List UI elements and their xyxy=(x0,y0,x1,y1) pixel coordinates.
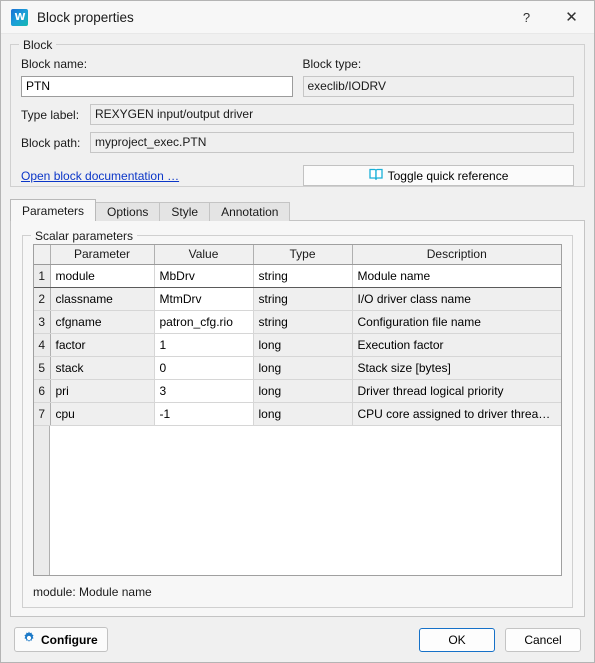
type-label-label: Type label: xyxy=(21,107,80,122)
tab-parameters[interactable]: Parameters xyxy=(10,199,97,221)
row-number-cell[interactable]: 2 xyxy=(34,287,51,311)
row-number-cell[interactable]: 6 xyxy=(34,379,51,403)
tab-strip: Parameters Options Style Annotation xyxy=(10,199,585,221)
block-name-field-wrap: Block name: PTN xyxy=(21,57,293,97)
table-empty-area xyxy=(34,425,561,575)
row-number-cell[interactable]: 7 xyxy=(34,402,51,426)
parameter-value-cell[interactable]: 1 xyxy=(154,333,254,357)
rexygen-logo-icon: W xyxy=(11,8,28,26)
parameter-type-cell: string xyxy=(253,263,353,288)
parameter-name-cell[interactable]: factor xyxy=(50,333,155,357)
dialog-content: Block Block name: PTN Block type: execli… xyxy=(1,34,594,617)
column-header-description[interactable]: Description xyxy=(352,245,561,265)
table-body: 1 module MbDrv string Module name 2 classname M… xyxy=(34,263,561,426)
parameter-desc-cell: Execution factor xyxy=(352,333,561,357)
parameter-type-cell: long xyxy=(253,333,353,357)
column-header-value[interactable]: Value xyxy=(154,245,254,265)
ok-button[interactable]: OK xyxy=(419,627,495,652)
scalar-parameters-table-wrap[interactable]: Parameter Value Type Description 1 module… xyxy=(33,244,562,576)
table-header-row: Parameter Value Type Description xyxy=(34,245,561,265)
parameter-value-cell[interactable]: 3 xyxy=(154,379,254,403)
block-path-row: Block path: myproject_exec.PTN xyxy=(21,132,574,153)
toggle-quick-reference-button[interactable]: Toggle quick reference xyxy=(303,165,574,186)
dialog-footer: Configure OK Cancel xyxy=(1,617,594,662)
parameter-type-cell: string xyxy=(253,310,353,334)
column-header-parameter[interactable]: Parameter xyxy=(50,245,155,265)
parameter-type-cell: long xyxy=(253,402,353,426)
parameter-name-cell[interactable]: cpu xyxy=(50,402,155,426)
table-row[interactable]: 2 classname MtmDrv string I/O driver class n… xyxy=(34,287,561,311)
scalar-parameters-table: Parameter Value Type Description 1 module… xyxy=(34,245,561,426)
row-number-cell[interactable]: 4 xyxy=(34,333,51,357)
name-type-row: Block name: PTN Block type: execlib/IODR… xyxy=(21,57,574,97)
table-row[interactable]: 6 pri 3 long Driver thread logical priority xyxy=(34,379,561,403)
type-label-input: REXYGEN input/output driver xyxy=(90,104,574,125)
toggle-quick-reference-label: Toggle quick reference xyxy=(387,168,509,183)
parameter-name-cell[interactable]: module xyxy=(49,263,155,288)
parameter-desc-cell: Module name xyxy=(352,263,561,288)
help-button[interactable]: ? xyxy=(504,1,549,33)
table-empty-gutter xyxy=(34,425,50,575)
parameter-value-cell[interactable]: MtmDrv xyxy=(154,287,254,311)
open-book-icon xyxy=(368,168,383,183)
block-properties-dialog: W Block properties ? ✕ Block Block name:… xyxy=(0,0,595,663)
tab-style[interactable]: Style xyxy=(159,202,211,221)
block-group: Block Block name: PTN Block type: execli… xyxy=(10,38,585,187)
parameter-status-line: module: Module name xyxy=(33,585,152,599)
parameter-type-cell: long xyxy=(253,356,353,380)
scalar-parameters-legend: Scalar parameters xyxy=(31,229,138,243)
block-name-label: Block name: xyxy=(21,57,88,71)
table-row[interactable]: 5 stack 0 long Stack size [bytes] xyxy=(34,356,561,380)
documentation-row: Open block documentation … Toggle quick … xyxy=(21,165,574,186)
parameter-name-cell[interactable]: cfgname xyxy=(50,310,155,334)
parameter-value-cell[interactable]: 0 xyxy=(154,356,254,380)
gear-icon xyxy=(22,631,36,648)
block-path-label: Block path: xyxy=(21,135,81,150)
parameter-value-cell[interactable]: patron_cfg.rio xyxy=(154,310,254,334)
block-type-field-wrap: Block type: execlib/IODRV xyxy=(302,57,574,97)
configure-button-label: Configure xyxy=(41,632,98,647)
row-number-cell[interactable]: 5 xyxy=(34,356,51,380)
tab-annotation[interactable]: Annotation xyxy=(209,202,291,221)
table-row[interactable]: 3 cfgname patron_cfg.rio string Configuratio… xyxy=(34,310,561,334)
title-bar: W Block properties ? ✕ xyxy=(1,1,594,34)
tab-options[interactable]: Options xyxy=(95,202,161,221)
parameter-desc-cell: Configuration file name xyxy=(352,310,561,334)
configure-button[interactable]: Configure xyxy=(14,627,108,652)
type-label-row: Type label: REXYGEN input/output driver xyxy=(21,104,574,125)
parameter-name-cell[interactable]: classname xyxy=(50,287,155,311)
parameter-type-cell: long xyxy=(253,379,353,403)
parameter-type-cell: string xyxy=(253,287,353,311)
close-button[interactable]: ✕ xyxy=(549,1,594,33)
block-type-label: Block type: xyxy=(302,57,362,71)
block-name-input[interactable]: PTN xyxy=(21,76,293,97)
table-row[interactable]: 1 module MbDrv string Module name xyxy=(34,263,561,288)
scalar-parameters-group: Scalar parameters Parameter Value Type D… xyxy=(22,229,573,608)
window-title: Block properties xyxy=(37,9,134,25)
parameter-desc-cell: I/O driver class name xyxy=(352,287,561,311)
table-row[interactable]: 7 cpu -1 long CPU core assigned to driver th… xyxy=(34,402,561,426)
column-header-rownum xyxy=(34,245,51,265)
block-group-legend: Block xyxy=(19,38,57,52)
block-type-input: execlib/IODRV xyxy=(302,76,574,97)
parameter-value-cell[interactable]: MbDrv xyxy=(154,263,254,288)
parameter-value-cell[interactable]: -1 xyxy=(154,402,254,426)
parameter-desc-cell: CPU core assigned to driver thread … xyxy=(352,402,561,426)
block-path-input: myproject_exec.PTN xyxy=(90,132,574,153)
cancel-button[interactable]: Cancel xyxy=(505,627,581,652)
parameter-desc-cell: Stack size [bytes] xyxy=(352,356,561,380)
row-number-cell[interactable]: 3 xyxy=(34,310,51,334)
parameter-name-cell[interactable]: stack xyxy=(50,356,155,380)
parameter-desc-cell: Driver thread logical priority xyxy=(352,379,561,403)
table-row[interactable]: 4 factor 1 long Execution factor xyxy=(34,333,561,357)
parameters-tab-panel: Scalar parameters Parameter Value Type D… xyxy=(10,220,585,617)
column-header-type[interactable]: Type xyxy=(253,245,353,265)
row-number-cell[interactable]: 1 xyxy=(34,264,51,288)
open-block-documentation-link[interactable]: Open block documentation … xyxy=(21,169,179,183)
parameter-name-cell[interactable]: pri xyxy=(50,379,155,403)
